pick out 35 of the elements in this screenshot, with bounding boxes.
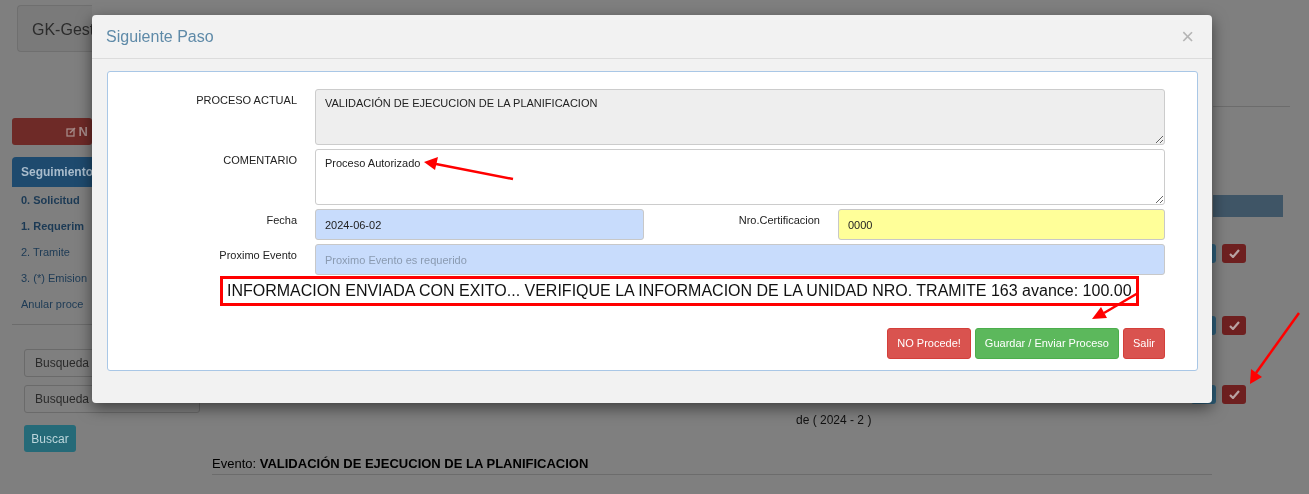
text-area[interactable]: Proceso Autorizado <box>315 149 1165 205</box>
description-text: de ( 2024 - 2 ) <box>796 412 872 429</box>
action-button[interactable]: Salir <box>1123 328 1165 359</box>
check-button[interactable] <box>1222 316 1246 335</box>
sidebar-item[interactable]: Anular proce <box>12 291 92 317</box>
sidebar-item[interactable]: 0. Solicitud <box>12 187 92 213</box>
field-label: Nro.Certificacion <box>738 213 820 228</box>
event-line: Evento: VALIDACIÓN DE EJECUCION DE LA PLANIFICACION <box>212 454 1212 475</box>
check-icon <box>1228 249 1240 258</box>
sidebar-item[interactable]: 2. Tramite <box>12 239 92 265</box>
field-label: Proximo Evento <box>219 248 297 263</box>
check-button[interactable] <box>1222 385 1246 404</box>
search-button[interactable]: Buscar <box>24 425 76 452</box>
close-button[interactable]: × <box>1177 25 1198 48</box>
app-title: GK-Gest <box>17 5 92 52</box>
success-message: INFORMACION ENVIADA CON EXITO... VERIFIQUE LA INFORMACION DE LA UNIDAD NRO. TRAMITE 163 avance: 100.00 <box>220 276 1139 306</box>
certification-field[interactable]: 0000 <box>838 209 1165 240</box>
check-icon <box>1228 321 1240 330</box>
action-button[interactable]: NO Procede! <box>887 328 971 359</box>
field-label: COMENTARIO <box>223 153 297 168</box>
field-label: PROCESO ACTUAL <box>196 93 297 108</box>
sidebar-item[interactable]: 3. (*) Emision <box>12 265 92 291</box>
new-button[interactable]: N <box>12 118 92 145</box>
date-field[interactable]: 2024-06-02 <box>315 209 644 240</box>
edit-icon <box>65 126 76 137</box>
action-button[interactable]: Guardar / Enviar Proceso <box>974 328 1119 359</box>
check-icon <box>1228 390 1240 399</box>
table-header-bar <box>1213 195 1283 217</box>
sidebar-header: Seguimiento <box>12 157 92 187</box>
modal-title: Siguiente Paso <box>106 26 214 47</box>
annotation-arrow <box>1250 312 1300 384</box>
field-label: Fecha <box>266 213 297 228</box>
next-event-field[interactable]: Proximo Evento es requerido <box>315 244 1165 275</box>
check-button[interactable] <box>1222 244 1246 263</box>
sidebar-item[interactable]: 1. Requerim <box>12 213 92 239</box>
